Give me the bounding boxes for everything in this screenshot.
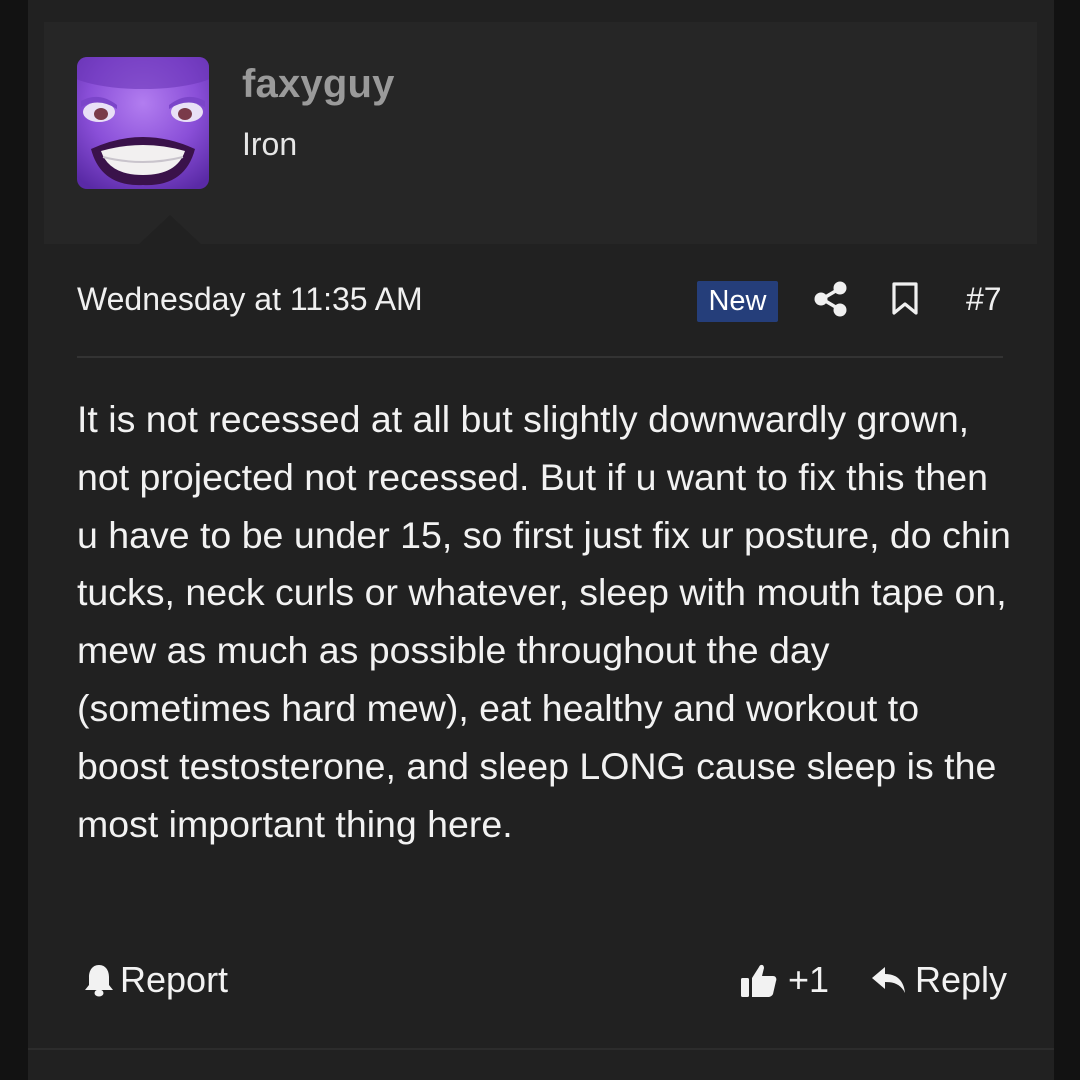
report-label: Report	[120, 959, 229, 1000]
post-body: It is not recessed at all but slightly d…	[77, 398, 1011, 845]
username[interactable]: faxyguy	[242, 62, 395, 107]
share-icon[interactable]	[814, 281, 848, 317]
divider	[77, 356, 1003, 358]
like-button[interactable]: +1	[740, 958, 829, 1002]
like-count: +1	[788, 959, 830, 1000]
avatar[interactable]	[77, 57, 209, 189]
post-bottom-divider	[28, 1048, 1054, 1050]
user-block-pointer	[138, 215, 202, 245]
thumbs-up-icon	[741, 964, 777, 997]
bookmark-icon[interactable]	[891, 282, 919, 316]
bell-alert-icon	[85, 965, 113, 997]
purple-smiling-character-avatar-icon	[77, 57, 209, 189]
user-title: Iron	[242, 126, 298, 162]
forum-post: faxyguy Iron Wednesday at 11:35 AM New #…	[28, 0, 1054, 1080]
reply-label: Reply	[915, 959, 1008, 1000]
post-number-link[interactable]: #7	[966, 281, 1002, 318]
new-badge: New	[697, 281, 778, 322]
post-date[interactable]: Wednesday at 11:35 AM	[77, 281, 423, 318]
reply-arrow-icon	[872, 967, 905, 993]
reply-button[interactable]: Reply	[871, 958, 1007, 1002]
report-button[interactable]: Report	[84, 958, 228, 1002]
